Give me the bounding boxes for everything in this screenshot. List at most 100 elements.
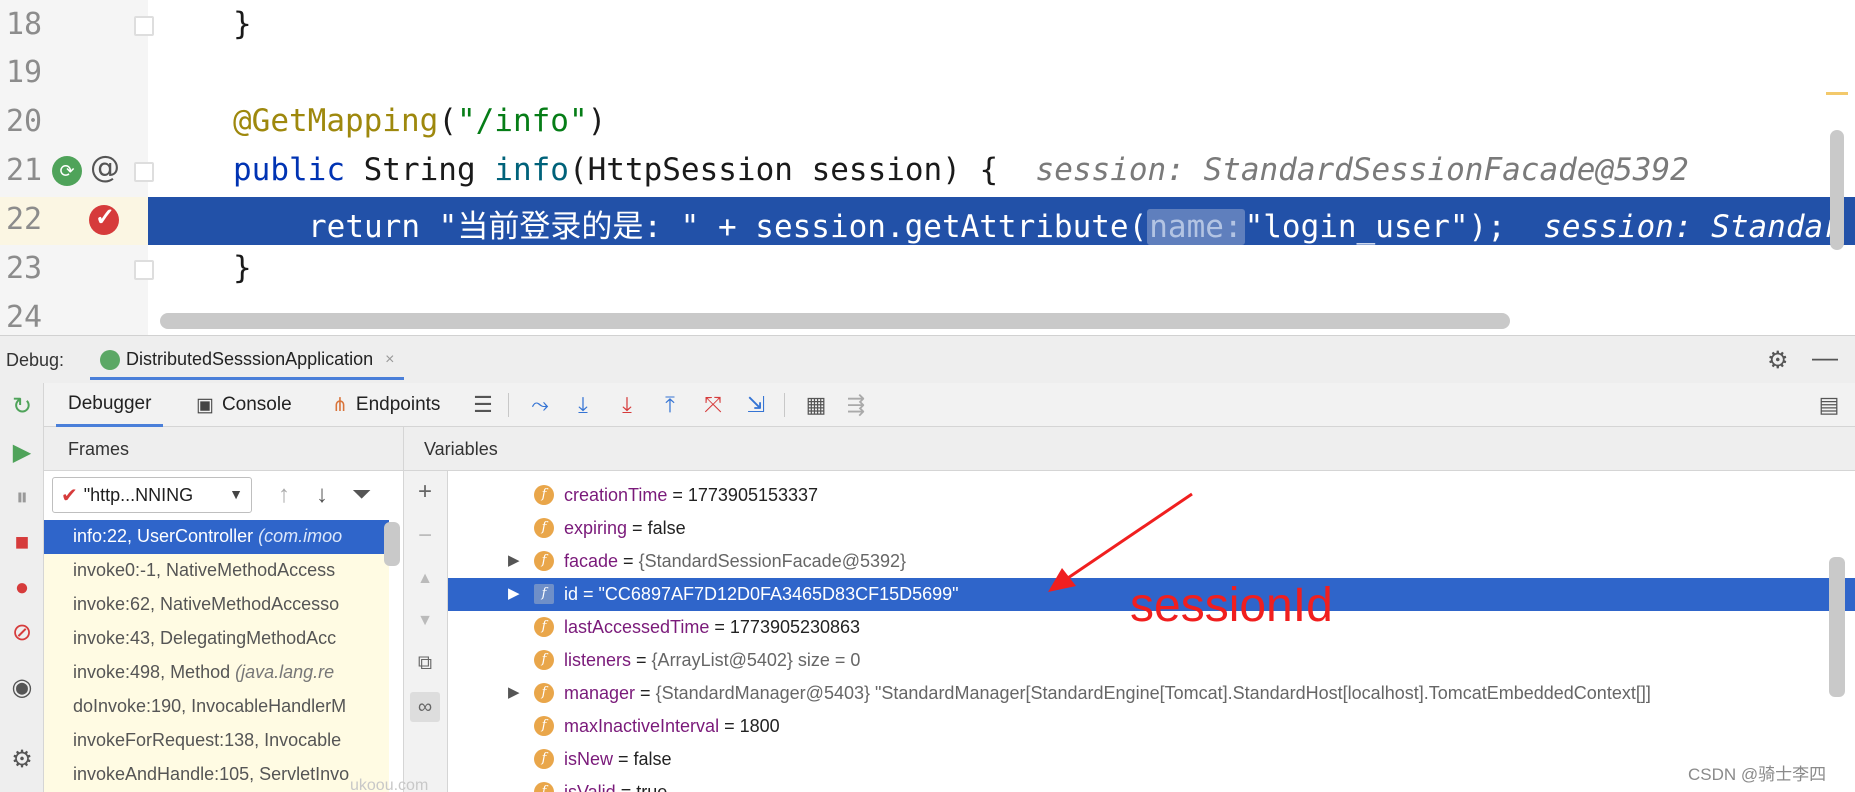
code-text: @GetMapping("/info") (233, 103, 606, 139)
fold-marker[interactable] (134, 162, 154, 182)
variable-value: 1800 (739, 716, 780, 736)
arrow-down-icon[interactable]: ↓ (316, 481, 328, 509)
expand-icon[interactable]: ▶ (508, 683, 520, 701)
line-number: 18 (6, 7, 43, 42)
variable-name: creationTime (564, 485, 668, 505)
spring-bean-icon[interactable]: ⟳ (52, 156, 82, 186)
frame-row[interactable]: invoke:62, NativeMethodAccesso (44, 588, 389, 622)
frame-row[interactable]: info:22, UserController (com.imoo (44, 520, 389, 554)
rerun-icon[interactable]: ↻ (8, 393, 36, 421)
endpoints-icon: ⋔ (332, 394, 348, 416)
code-line-23: 23 } (0, 246, 1855, 294)
paren-token: ) (587, 103, 607, 139)
variables-scrollbar[interactable] (1829, 557, 1845, 697)
method-name-token: info (494, 152, 569, 188)
glasses-icon[interactable]: ∞ (410, 692, 440, 722)
code-line-21: 21 ⟳ @ public String info(HttpSession se… (0, 148, 1855, 196)
layout-menu-icon[interactable]: ☰ (468, 390, 498, 420)
editor-vertical-scrollbar[interactable] (1830, 130, 1844, 250)
field-icon: f (534, 485, 554, 505)
view-breakpoints-icon[interactable]: ● (8, 574, 36, 602)
move-up-icon[interactable]: ▲ (410, 564, 440, 594)
filter-icon[interactable]: ⏷ (352, 481, 371, 509)
variable-row[interactable]: f isNew = false (448, 743, 1855, 776)
code-text: public String info(HttpSession session) … (233, 152, 1689, 188)
line-number: 23 (6, 251, 43, 286)
frames-scrollbar[interactable] (384, 522, 400, 566)
arrow-up-icon[interactable]: ↑ (278, 481, 290, 509)
evaluate-expression-icon[interactable]: ▦ (801, 390, 831, 420)
frames-pane: Frames ✔ "http...NNING ▼ ↑ ↓ ⏷ info:22, … (44, 427, 404, 792)
code-editor[interactable]: 18 } 19 20 @GetMapping("/info") 21 ⟳ @ p… (0, 0, 1855, 335)
variable-row[interactable]: f maxInactiveInterval = 1800 (448, 710, 1855, 743)
line-number: 22 (6, 202, 43, 237)
frame-row[interactable]: invokeAndHandle:105, ServletInvo (44, 758, 389, 792)
frame-row[interactable]: invokeForRequest:138, Invocable (44, 724, 389, 758)
stop-icon[interactable]: ■ (8, 529, 36, 557)
field-icon: f (534, 749, 554, 769)
resume-icon[interactable]: ▶ (8, 439, 36, 467)
settings-icon[interactable]: ⚙ (8, 746, 36, 774)
variable-row[interactable]: f listeners = {ArrayList@5402} size = 0 (448, 644, 1855, 677)
minimize-icon[interactable]: — (1812, 342, 1838, 373)
annotation-label: sessionId (1130, 579, 1333, 632)
thread-selector[interactable]: ✔ "http...NNING ▼ (52, 477, 252, 513)
remove-watch-icon[interactable]: − (410, 521, 440, 551)
expand-icon[interactable]: ▶ (508, 584, 520, 602)
frame-row[interactable]: invoke0:-1, NativeMethodAccess (44, 554, 389, 588)
move-down-icon[interactable]: ▼ (410, 606, 440, 636)
annotation-token: @GetMapping (233, 103, 439, 139)
error-stripe-mark[interactable] (1826, 92, 1848, 95)
camera-icon[interactable]: ◉ (8, 674, 36, 702)
fold-marker[interactable] (134, 260, 154, 280)
variable-value: {ArrayList@5402} size = 0 (651, 650, 861, 670)
step-out-icon[interactable]: ⤒ (655, 390, 685, 420)
variable-name: manager (564, 683, 636, 703)
variable-row[interactable]: ▶ f manager = {StandardManager@5403} "St… (448, 677, 1855, 710)
copy-icon[interactable]: ⧉ (410, 648, 440, 678)
line-number: 21 (6, 153, 43, 188)
gear-icon[interactable]: ⚙ (1767, 346, 1789, 375)
thread-status-icon: ✔ (61, 484, 78, 507)
editor-horizontal-scrollbar[interactable] (160, 313, 1510, 329)
add-watch-icon[interactable]: + (410, 477, 440, 507)
tab-console-label: Console (221, 394, 292, 415)
frame-row[interactable]: doInvoke:190, InvocableHandlerM (44, 690, 389, 724)
string-token: "/info" (456, 103, 588, 139)
tab-endpoints[interactable]: ⋔ Endpoints (332, 383, 440, 427)
variable-row[interactable]: f isValid = true (448, 776, 1855, 792)
field-icon: f (534, 551, 554, 571)
field-icon: f (534, 782, 554, 792)
step-over-icon[interactable]: ⤓ (568, 390, 598, 420)
variable-value: true (636, 782, 668, 792)
mute-breakpoints-icon[interactable]: ⊘ (8, 619, 36, 647)
show-execution-point-icon[interactable]: ⤳ (525, 390, 555, 420)
tab-console[interactable]: ▣ Console (196, 383, 292, 427)
breakpoint-icon[interactable] (89, 203, 119, 235)
step-into-icon[interactable]: ⤓ (612, 390, 642, 420)
code-line-20: 20 @GetMapping("/info") (0, 99, 1855, 147)
run-to-cursor-icon[interactable]: ⇲ (741, 390, 771, 420)
frame-row[interactable]: invoke:498, Method (java.lang.re (44, 656, 389, 690)
keyword-token: public (233, 152, 345, 188)
pause-icon[interactable]: ⏸ (8, 484, 36, 512)
tab-debugger[interactable]: Debugger (56, 383, 164, 427)
run-config-tab[interactable]: DistributedSesssionApplication × (90, 342, 405, 380)
fold-marker[interactable] (134, 16, 154, 36)
trace-stream-icon[interactable]: ⇶ (841, 390, 871, 420)
variables-toolbar: + − ▲ ▼ ⧉ ∞ (404, 471, 448, 792)
variable-name: facade (564, 551, 619, 571)
line-number: 19 (6, 55, 43, 90)
parameter-name-hint: name: (1147, 209, 1245, 245)
expand-icon[interactable]: ▶ (508, 551, 520, 569)
restore-layout-icon[interactable]: ▤ (1814, 390, 1844, 420)
close-icon[interactable]: × (385, 351, 394, 369)
request-mapping-icon[interactable]: @ (90, 150, 120, 185)
field-icon: f (534, 683, 554, 703)
variable-name: listeners (564, 650, 632, 670)
keyword-token: return (308, 209, 420, 245)
frame-row[interactable]: invoke:43, DelegatingMethodAcc (44, 622, 389, 656)
drop-frame-icon[interactable]: ⤧ (698, 390, 728, 420)
arrow-head (1048, 568, 1076, 592)
code-text: } (233, 250, 252, 286)
